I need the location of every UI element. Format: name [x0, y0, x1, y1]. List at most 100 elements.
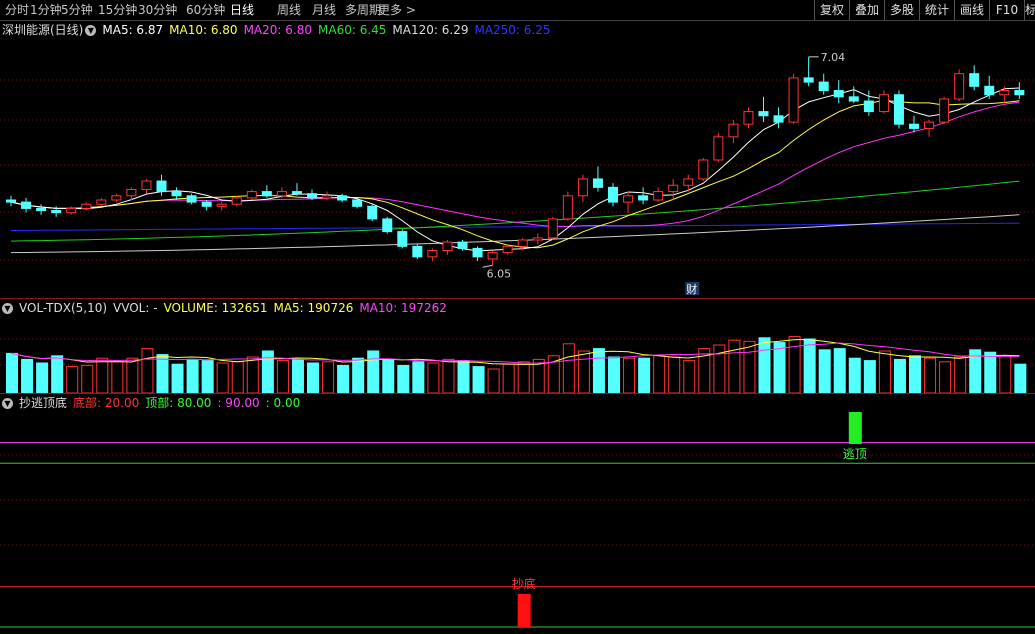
toolbar-button-0[interactable]: 复权 — [814, 0, 849, 20]
candle-body — [487, 252, 498, 260]
volume-bar — [562, 343, 575, 393]
period-toolbar: 分时 1分钟 5分钟 15分钟 30分钟 60分钟 日线 周线 月线 多周期 更多 > 复权 叠加 多股… — [0, 0, 1035, 21]
label-2: 顶部: 80.00 — [145, 396, 212, 410]
tab-8[interactable]: 月线 — [312, 2, 336, 18]
volume-bar — [291, 358, 304, 393]
volume-bar — [638, 357, 651, 393]
volume-bar — [111, 361, 124, 393]
candle-body — [713, 136, 724, 161]
settings-circle-icon[interactable]: ▼ — [2, 303, 13, 314]
candle-body — [683, 178, 694, 186]
tab-10[interactable]: 更多 > — [378, 2, 416, 18]
candle-body — [984, 85, 995, 96]
candle-body — [592, 178, 603, 188]
candle-body — [954, 73, 965, 100]
volume-bar — [382, 358, 395, 393]
label-0: 抄逃顶底 — [19, 396, 68, 410]
ma10-line — [10, 99, 1020, 249]
volume-bar — [216, 362, 229, 393]
settings-circle-icon[interactable]: ▼ — [2, 398, 13, 409]
volume-bar — [171, 363, 184, 393]
volume-bar — [893, 358, 906, 393]
volume-bar — [848, 357, 861, 393]
tab-9[interactable]: 多周期 — [345, 2, 381, 18]
candle-body — [156, 180, 167, 193]
candle-body — [216, 203, 227, 207]
candle-body — [171, 191, 182, 197]
volume-bar — [788, 336, 801, 393]
event-marker-label: 财 — [686, 282, 697, 296]
toolbar-button-3[interactable]: 统计 — [919, 0, 954, 20]
signal-panel-header: ▼ 抄逃顶底 底部: 20.00 顶部: 80.00: 90.00: 0.00 — [2, 395, 312, 411]
volume-chart — [0, 336, 1035, 393]
candle-body — [21, 201, 32, 209]
candle-body — [818, 81, 829, 92]
toolbar-button-2[interactable]: 多股 — [884, 0, 919, 20]
toolbar-button-6[interactable]: 标 — [1024, 0, 1035, 20]
candle-body — [848, 96, 859, 102]
volume-bar — [683, 360, 696, 393]
candle-body — [743, 111, 754, 125]
volume-bar — [307, 362, 319, 393]
label-1: 底部: 20.00 — [73, 396, 140, 410]
candle-body — [36, 207, 47, 212]
candle-body — [773, 115, 784, 123]
candle-body — [111, 195, 122, 201]
toolbar-button-5[interactable]: F10 — [989, 0, 1024, 20]
volume-bar — [803, 338, 816, 393]
candle-body — [939, 98, 950, 123]
candle-body — [6, 199, 16, 203]
candle-body — [863, 100, 874, 113]
candle-body — [307, 193, 317, 199]
candle-body — [231, 197, 242, 205]
volume-bar — [743, 340, 756, 393]
candle-body — [66, 207, 77, 214]
volume-bar — [412, 361, 425, 393]
volume-bar — [397, 364, 410, 393]
volume-bar — [246, 356, 259, 393]
volume-bar — [999, 355, 1012, 393]
ma20-line — [10, 101, 1020, 227]
candle-body — [517, 239, 528, 247]
signal-labels: 抄逃顶底 底部: 20.00 顶部: 80.00: 90.00: 0.00 — [19, 396, 306, 410]
tab-5[interactable]: 60分钟 — [186, 2, 225, 18]
candle-body — [577, 178, 588, 197]
tab-7[interactable]: 周线 — [277, 2, 301, 18]
volume-bar — [81, 364, 94, 393]
volume-bar — [472, 366, 485, 393]
volume-bar — [201, 360, 214, 393]
candle-body — [623, 195, 634, 203]
tab-1[interactable]: 1分钟 — [30, 2, 62, 18]
signal-chart: 逃顶抄底 — [0, 412, 1035, 628]
candle-body — [427, 250, 438, 258]
candle-body — [291, 191, 302, 195]
volume-bar — [608, 356, 620, 393]
toolbar-button-1[interactable]: 叠加 — [849, 0, 884, 20]
candle-body — [668, 184, 679, 193]
volume-bar — [457, 360, 470, 393]
tab-3[interactable]: 15分钟 — [98, 2, 137, 18]
high-label: 7.04 — [821, 51, 846, 64]
volume-bar — [592, 348, 605, 393]
tab-0[interactable]: 分时 — [5, 2, 29, 18]
tab-4[interactable]: 30分钟 — [138, 2, 177, 18]
tab-6[interactable]: 日线 — [230, 2, 254, 18]
candle-body — [803, 77, 814, 83]
volume-bar — [833, 348, 846, 393]
candle-body — [924, 121, 935, 129]
candle-body — [608, 186, 618, 203]
candle-body — [547, 218, 558, 239]
label-4: MA10: 197262 — [359, 301, 447, 315]
volume-bar — [21, 358, 34, 393]
volume-bar — [653, 355, 666, 393]
price-chart: 7.04 6.05 财 — [0, 51, 1035, 296]
volume-bar — [668, 356, 681, 393]
volume-bar — [728, 339, 741, 393]
candle-body — [81, 203, 92, 209]
label-3: : 90.00 — [217, 396, 260, 410]
toolbar-button-4[interactable]: 画线 — [954, 0, 989, 20]
bottom-signal-label: 抄底 — [512, 576, 536, 591]
volume-bar — [352, 357, 365, 393]
tab-2[interactable]: 5分钟 — [61, 2, 93, 18]
volume-bar — [623, 357, 636, 393]
